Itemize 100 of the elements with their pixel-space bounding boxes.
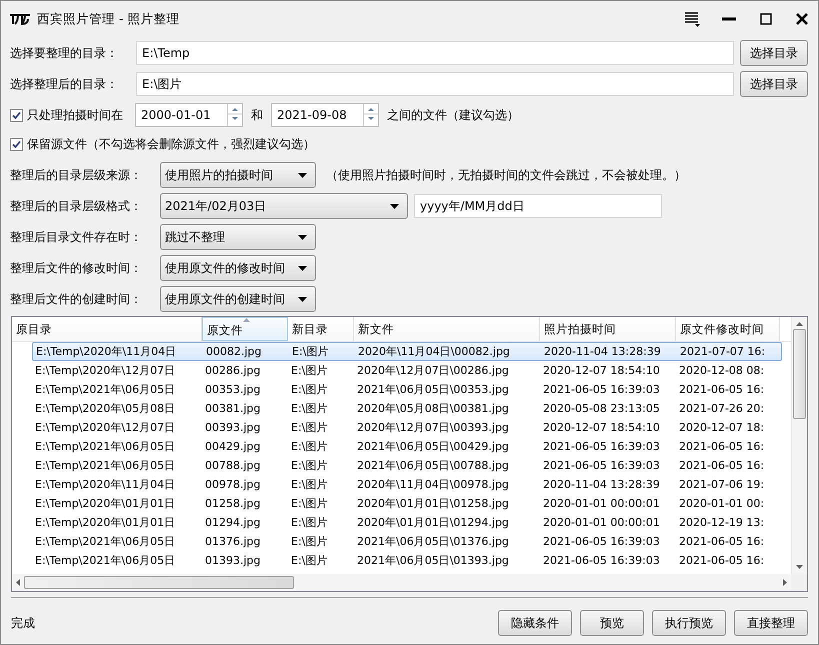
table-cell-text: 2020年\11月04日\00978.jpg bbox=[356, 477, 510, 492]
close-icon[interactable] bbox=[796, 13, 808, 25]
date-field[interactable]: 2021-09-08 bbox=[271, 103, 379, 127]
table-cell-text: 2020年\01月01日\01294.jpg bbox=[356, 515, 510, 530]
date-field[interactable]: 2000-01-01 bbox=[135, 103, 243, 127]
table-cell-text: E:\Temp\2020年\01月01日 bbox=[34, 496, 176, 511]
column-header[interactable]: 新目录 bbox=[288, 317, 354, 341]
column-header[interactable]: 原文件 bbox=[202, 317, 288, 341]
action-button[interactable]: 执行预览 bbox=[652, 610, 726, 636]
table-cell-text: E:\Temp\2020年\01月01日 bbox=[34, 515, 176, 530]
table-cell-text: 01393.jpg bbox=[204, 554, 262, 567]
table-cell-text: 00788.jpg bbox=[204, 459, 262, 472]
vertical-scrollbar[interactable] bbox=[791, 317, 807, 574]
table-cell-text: E:\图片 bbox=[290, 401, 328, 416]
table-cell-text: E:\图片 bbox=[290, 439, 328, 454]
table-cell-text: 2020年\01月01日\01258.jpg bbox=[356, 496, 510, 511]
table-cell-text: 2021-06-05 16: bbox=[678, 459, 766, 472]
table-cell-text: 00429.jpg bbox=[204, 440, 262, 453]
column-header[interactable]: 新文件 bbox=[354, 317, 540, 341]
table-cell-text: 2021-07-06 19: bbox=[678, 478, 766, 491]
table-cell-text: 01376.jpg bbox=[204, 535, 262, 548]
table-cell-text: E:\Temp\2021年\06月05日 bbox=[34, 553, 176, 568]
table-row[interactable]: E:\Temp\2020年\05月08日 00381.jpg E:\图片 2020年\05月08日\00381.jpg 2020-05-08 23:13:05 2021-07-26 20: bbox=[12, 399, 780, 418]
table-row[interactable]: E:\Temp\2021年\06月05日 01393.jpg E:\图片 2021年\06月05日\01393.jpg 2021-06-05 16:39:03 2021-06-05 16: bbox=[12, 551, 780, 570]
format-field[interactable]: yyyy年/MM月dd日 bbox=[414, 194, 662, 218]
table-cell-text: 2021-06-05 16: bbox=[678, 383, 766, 396]
table-cell-text: E:\图片 bbox=[290, 458, 328, 473]
sort-arrow-icon bbox=[243, 318, 250, 322]
scroll-down-icon[interactable] bbox=[796, 565, 803, 569]
table-cell-text: 2020-11-04 13:28:39 bbox=[543, 345, 662, 358]
checkbox-label: 只处理拍摄时间在 bbox=[27, 106, 123, 124]
table-cell-text: 2020-12-07 18:54:10 bbox=[542, 421, 661, 434]
table-cell-text: E:\图片 bbox=[290, 515, 328, 530]
maximize-icon[interactable] bbox=[760, 13, 772, 25]
hint-text: 之间的文件（建议勾选） bbox=[387, 106, 519, 124]
table-cell-text: 2021年\06月05日\00353.jpg bbox=[356, 382, 510, 397]
table-row[interactable]: E:\Temp\2020年\11月04日 00082.jpg E:\图片 2020年\11月04日\00082.jpg 2020-11-04 13:28:39 2021-07-07 16: bbox=[32, 342, 782, 361]
table-cell-text: E:\Temp\2020年\12月07日 bbox=[34, 420, 176, 435]
column-header[interactable]: 照片拍摄时间 bbox=[540, 317, 676, 341]
app-logo-icon bbox=[9, 12, 31, 26]
table-row[interactable]: E:\Temp\2020年\12月07日 00393.jpg E:\图片 2020年\12月07日\00393.jpg 2020-12-07 18:54:10 2020-12-07 18: bbox=[12, 418, 780, 437]
table-cell-text: 2020-01-01 00:00:01 bbox=[542, 516, 661, 529]
table-cell-text: E:\图片 bbox=[290, 534, 328, 549]
window-title: 西宾照片管理 - 照片整理 bbox=[37, 10, 180, 28]
table-row[interactable]: E:\Temp\2020年\11月04日 00978.jpg E:\图片 2020年\11月04日\00978.jpg 2020-11-04 13:28:39 2021-07-06 19: bbox=[12, 475, 780, 494]
action-button[interactable]: 隐藏条件 bbox=[498, 610, 572, 636]
dropdown[interactable]: 使用照片的拍摄时间 bbox=[160, 162, 316, 188]
table-row[interactable]: E:\Temp\2021年\06月05日 00353.jpg E:\图片 2021年\06月05日\00353.jpg 2021-06-05 16:39:03 2021-06-05 16: bbox=[12, 380, 780, 399]
table-cell-text: E:\Temp\2021年\06月05日 bbox=[34, 534, 176, 549]
action-button[interactable]: 直接整理 bbox=[734, 610, 808, 636]
table-row[interactable]: E:\Temp\2020年\01月01日 01294.jpg E:\图片 2020年\01月01日\01294.jpg 2020-01-01 00:00:01 2020-12-19 13: bbox=[12, 513, 780, 532]
table-cell-text: E:\图片 bbox=[290, 363, 328, 378]
choose-directory-button[interactable]: 选择目录 bbox=[740, 40, 808, 66]
horizontal-scrollbar[interactable] bbox=[12, 574, 791, 591]
table-cell-text: E:\图片 bbox=[290, 553, 328, 568]
table-row[interactable]: E:\Temp\2021年\06月05日 00429.jpg E:\图片 2021年\06月05日\00429.jpg 2021-06-05 16:39:03 2021-06-05 16: bbox=[12, 437, 780, 456]
table-cell-text: E:\图片 bbox=[290, 477, 328, 492]
table-cell-text: E:\Temp\2021年\06月05日 bbox=[34, 382, 176, 397]
field-label: 选择要整理的目录： bbox=[10, 44, 119, 62]
checkbox[interactable] bbox=[10, 138, 23, 150]
dropdown[interactable]: 跳过不整理 bbox=[160, 224, 316, 250]
table-cell-text: 2021-06-05 16: bbox=[678, 440, 766, 453]
table-cell-text: 2020-11-04 13:28:39 bbox=[542, 478, 661, 491]
column-header[interactable]: 原文件修改时间 bbox=[676, 317, 780, 341]
table-cell-text: E:\图片 bbox=[291, 344, 330, 359]
table-cell-text: 00286.jpg bbox=[204, 364, 262, 377]
column-header[interactable]: 原目录 bbox=[12, 317, 202, 341]
directory-field[interactable]: E:\Temp bbox=[136, 41, 734, 65]
table-cell-text: 2020-12-08 08: bbox=[678, 364, 766, 377]
checkbox[interactable] bbox=[10, 108, 23, 122]
menu-icon[interactable] bbox=[684, 11, 700, 27]
scroll-left-icon[interactable] bbox=[16, 579, 20, 586]
dropdown[interactable]: 使用原文件的创建时间 bbox=[160, 286, 316, 312]
table-cell-text: 2020年\11月04日\00082.jpg bbox=[357, 344, 511, 359]
table-cell-text: 00381.jpg bbox=[204, 402, 262, 415]
table-cell-text: 2020-05-08 23:13:05 bbox=[542, 402, 661, 415]
table-row[interactable]: E:\Temp\2020年\01月01日 01258.jpg E:\图片 2020年\01月01日\01258.jpg 2020-01-01 00:00:01 2020-01-01 00: bbox=[12, 494, 780, 513]
dropdown-arrow-icon bbox=[298, 234, 307, 240]
table-cell-text: E:\Temp\2020年\05月08日 bbox=[34, 401, 176, 416]
table-cell-text: E:\图片 bbox=[290, 496, 328, 511]
table-cell-text: 2021-06-05 16:39:03 bbox=[542, 383, 661, 396]
table-cell-text: E:\Temp\2021年\06月05日 bbox=[34, 439, 176, 454]
table-cell-text: 2021-06-05 16: bbox=[678, 554, 766, 567]
table-cell-text: 01294.jpg bbox=[204, 516, 262, 529]
dropdown[interactable]: 2021年/02月03日 bbox=[160, 193, 408, 219]
dropdown[interactable]: 使用原文件的修改时间 bbox=[160, 255, 316, 281]
choose-directory-button[interactable]: 选择目录 bbox=[740, 71, 808, 97]
table-row[interactable]: E:\Temp\2021年\06月05日 01376.jpg E:\图片 2021年\06月05日\01376.jpg 2021-06-05 16:39:03 2021-06-05 16: bbox=[12, 532, 780, 551]
option-label: 整理后的目录层级来源： bbox=[10, 166, 143, 184]
scroll-up-icon[interactable] bbox=[796, 322, 803, 326]
table-cell-text: 2020-12-19 13: bbox=[678, 516, 766, 529]
dropdown-arrow-icon bbox=[298, 266, 307, 270]
table-row[interactable]: E:\Temp\2020年\12月07日 00286.jpg E:\图片 2020年\12月07日\00286.jpg 2020-12-07 18:54:10 2020-12-08 08: bbox=[12, 361, 780, 380]
table-cell-text: 2021年\06月05日\00429.jpg bbox=[356, 439, 510, 454]
hint-text: （使用照片拍摄时间时，无拍摄时间的文件会跳过，不会被处理。） bbox=[326, 166, 686, 184]
scroll-right-icon[interactable] bbox=[783, 579, 787, 586]
action-button[interactable]: 预览 bbox=[580, 610, 644, 636]
table-cell-text: 2020年\12月07日\00393.jpg bbox=[356, 420, 510, 435]
directory-field[interactable]: E:\图片 bbox=[136, 72, 734, 96]
table-row[interactable]: E:\Temp\2021年\06月05日 00788.jpg E:\图片 2021年\06月05日\00788.jpg 2021-06-05 16:39:03 2021-06-05 16: bbox=[12, 456, 780, 475]
